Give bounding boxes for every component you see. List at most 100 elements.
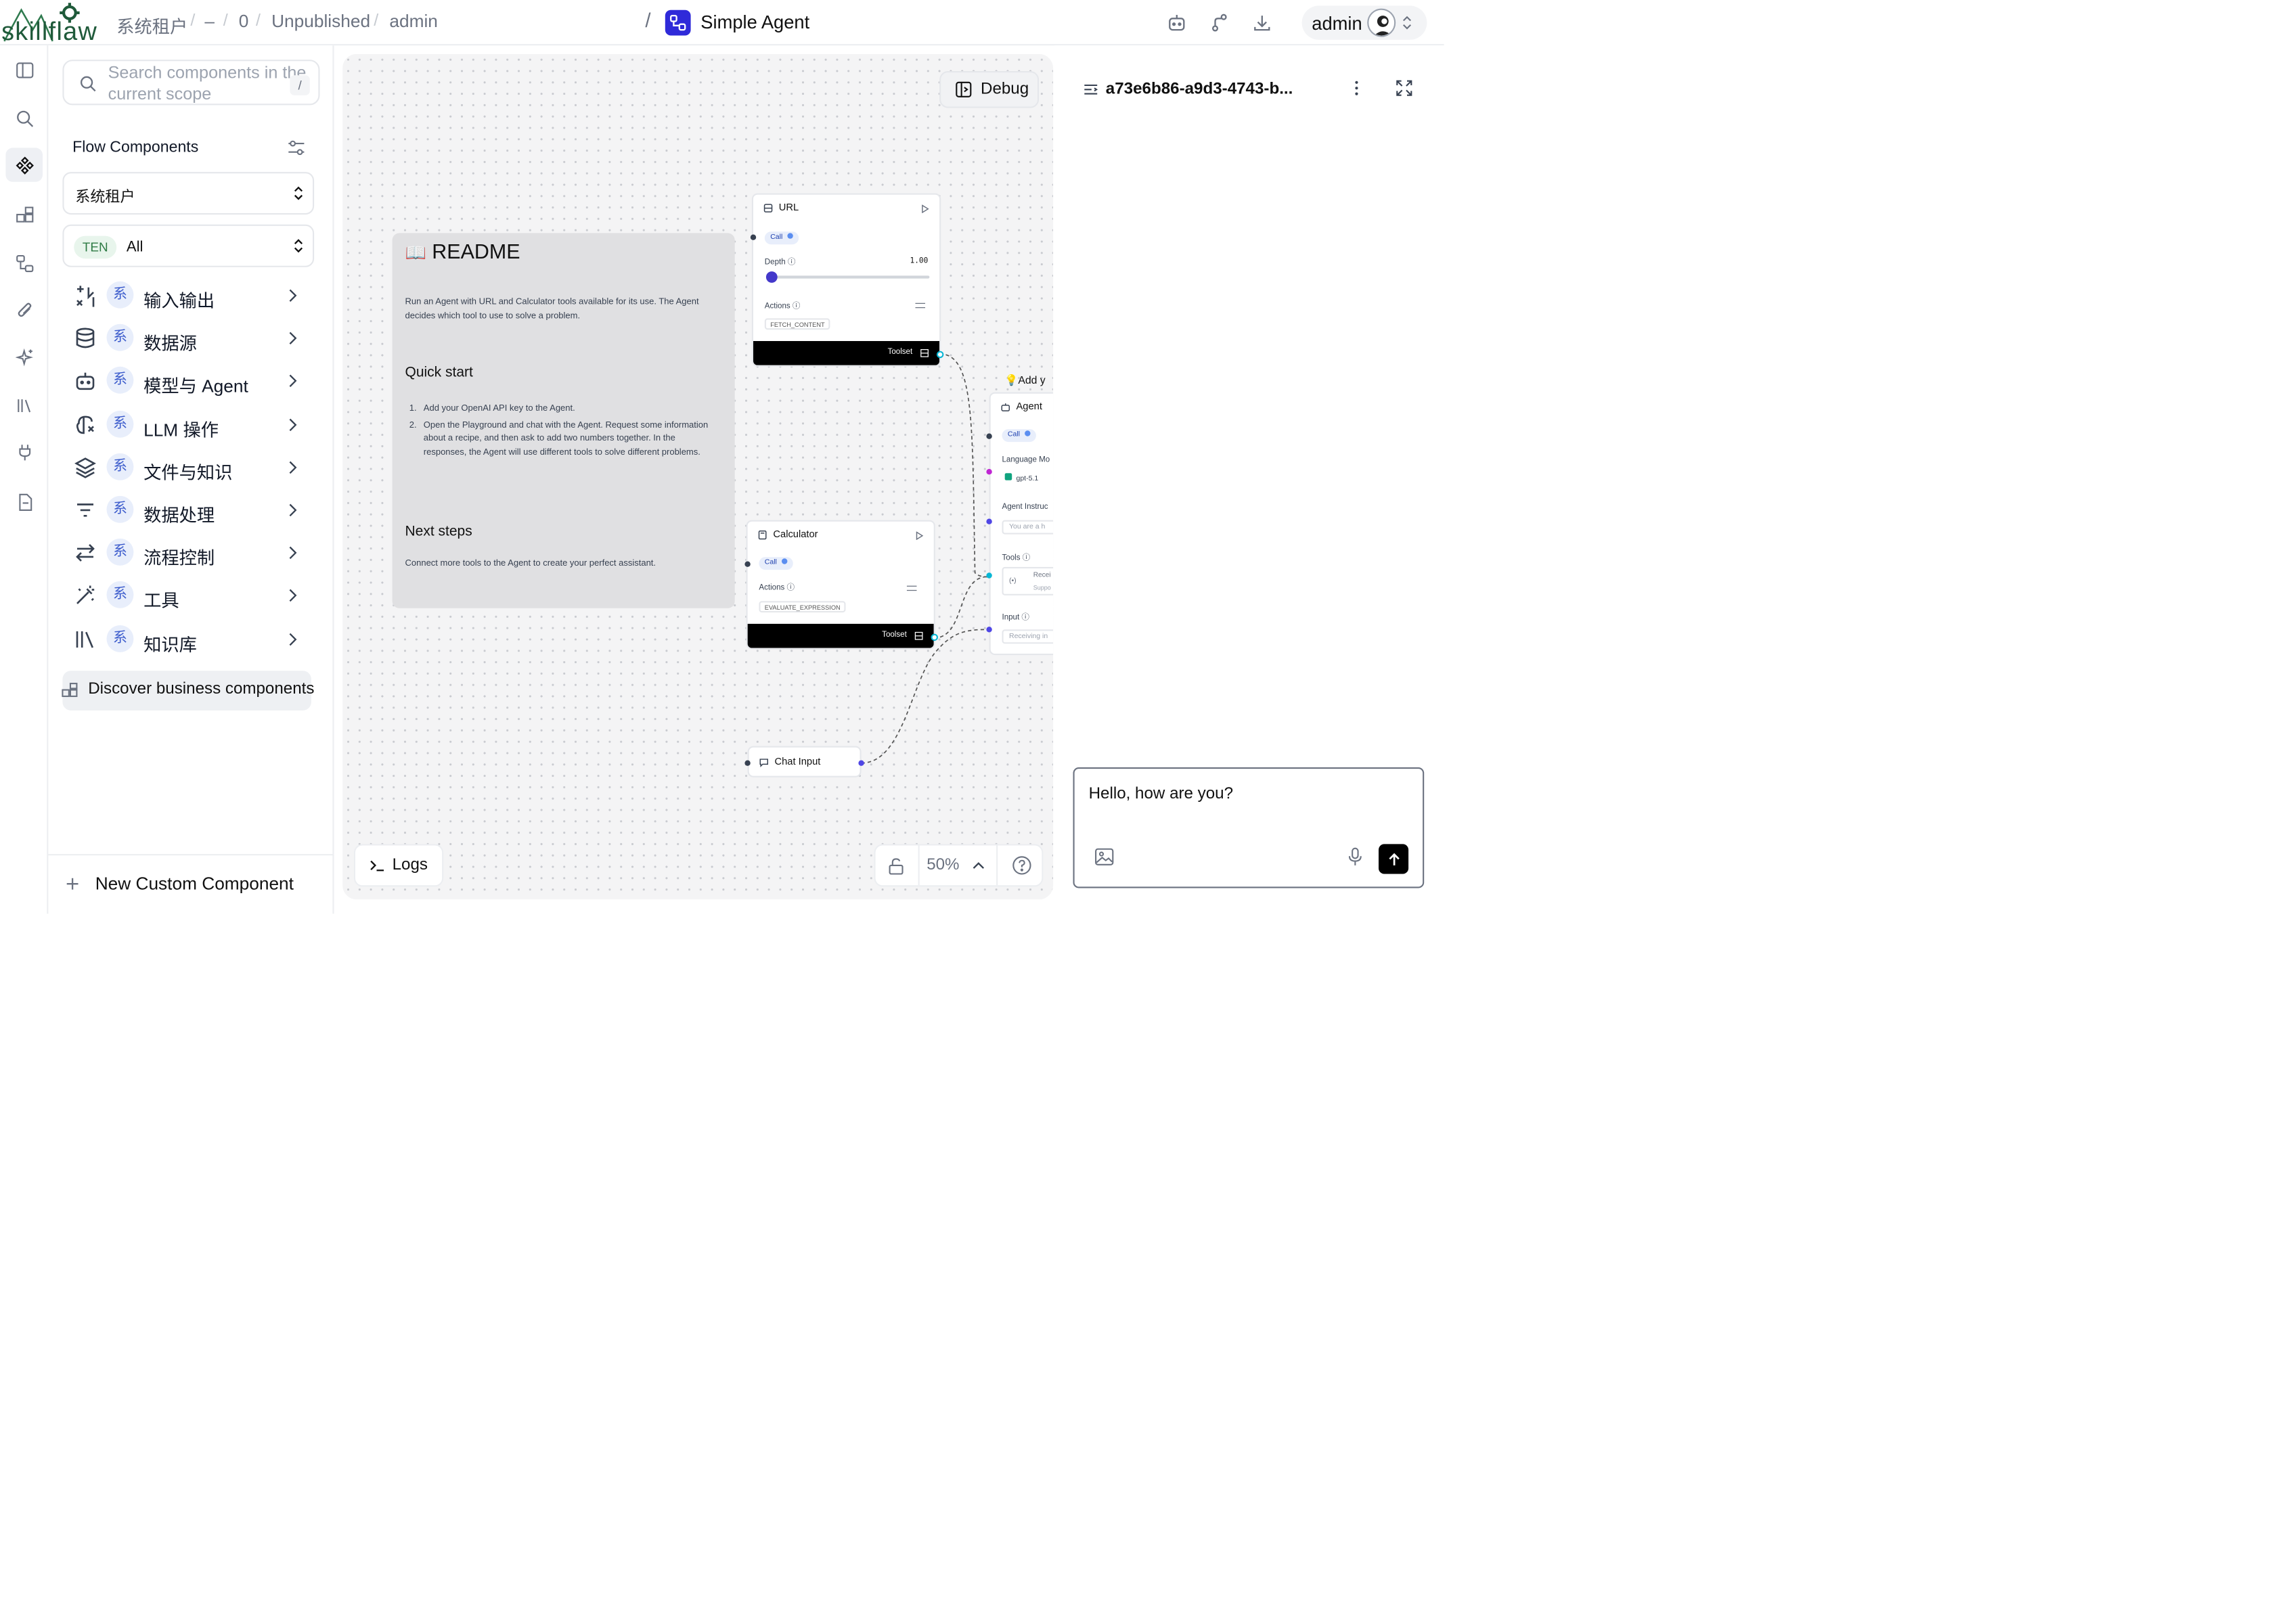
more-vertical-icon[interactable] xyxy=(1350,80,1363,97)
chat-icon xyxy=(759,759,768,767)
chat-input-node[interactable]: Chat Input xyxy=(747,746,862,777)
category-item[interactable]: 系数据源 xyxy=(62,320,311,357)
tenant-select[interactable]: 系统租户 xyxy=(62,172,315,215)
output-port[interactable] xyxy=(936,351,944,359)
category-item[interactable]: 系工具 xyxy=(62,577,311,614)
sparkles-icon[interactable] xyxy=(12,344,37,369)
agent-note: 💡Add y xyxy=(1004,374,1046,387)
logs-button[interactable]: Logs xyxy=(353,844,444,887)
agent-input-field[interactable]: Receiving in xyxy=(1002,629,1054,644)
discover-business-components-button[interactable]: Discover business components xyxy=(62,671,315,710)
input-port[interactable] xyxy=(744,561,751,567)
input-port[interactable] xyxy=(986,468,992,475)
search-placeholder: Search components in the current scope xyxy=(108,62,307,104)
toolset-output[interactable]: Toolset xyxy=(747,623,934,648)
call-mode-pill[interactable]: Call xyxy=(1002,429,1036,443)
call-mode-pill[interactable]: Call xyxy=(764,231,799,245)
category-item[interactable]: 系 LLM 操作 xyxy=(62,406,311,443)
svg-text:skillflaw: skillflaw xyxy=(1,18,97,44)
user-menu[interactable]: admin xyxy=(1301,5,1427,40)
sidebar-toggle-icon[interactable] xyxy=(12,57,37,83)
url-node[interactable]: URL Call Depth ⓘ 1.00 Actions ⓘ FETCH_CO… xyxy=(751,193,941,367)
breadcrumb-dash: – xyxy=(204,11,215,32)
input-port[interactable] xyxy=(986,518,992,524)
agent-node-header: Agent xyxy=(1000,402,1042,412)
agent-node[interactable]: Agent Call Language Mo gpt-5.1 Agent Ins… xyxy=(989,392,1054,656)
paperclip-icon[interactable] xyxy=(12,297,37,323)
tools-field[interactable]: (•) Recei Suppo xyxy=(1002,566,1054,595)
model-value[interactable]: gpt-5.1 xyxy=(1004,473,1038,483)
divider xyxy=(918,845,920,886)
category-item[interactable]: 系输入输出 xyxy=(62,277,311,314)
breadcrumb-owner[interactable]: admin xyxy=(389,12,437,31)
unlock-icon[interactable] xyxy=(887,857,905,875)
depth-label: Depth ⓘ xyxy=(764,258,796,267)
sliders-icon[interactable] xyxy=(287,139,305,156)
sliders-icon[interactable] xyxy=(906,584,917,593)
session-list-icon[interactable] xyxy=(1083,83,1098,97)
new-custom-label: New Custom Component xyxy=(95,874,294,894)
chevron-right-icon xyxy=(289,461,297,474)
workflow-icon[interactable] xyxy=(12,250,37,276)
category-item[interactable]: 系流程控制 xyxy=(62,535,311,572)
play-icon[interactable] xyxy=(921,204,930,213)
send-button[interactable] xyxy=(1378,844,1409,874)
download-icon[interactable] xyxy=(1251,12,1274,35)
readme-step: 1. Add your OpenAI API key to the Agent. xyxy=(409,403,575,414)
tools-label: Tools ⓘ xyxy=(1002,554,1031,563)
help-icon[interactable] xyxy=(1012,855,1031,875)
skillflaw-logo[interactable]: skillflaw xyxy=(1,1,98,44)
git-branch-icon[interactable] xyxy=(1208,12,1231,35)
chevron-updown-icon xyxy=(294,186,303,200)
input-port[interactable] xyxy=(986,433,992,439)
chevron-up-icon[interactable] xyxy=(972,861,985,870)
plug-icon[interactable] xyxy=(12,439,37,465)
scope-filter-select[interactable]: TEN All xyxy=(62,224,315,267)
debug-button[interactable]: Debug xyxy=(939,70,1040,108)
canvas-controls: 50% xyxy=(874,844,1044,887)
image-icon[interactable] xyxy=(1094,847,1114,867)
flow-canvas[interactable]: Debug 📖 README Run an Agent with URL and … xyxy=(342,53,1054,900)
discover-label: Discover business components xyxy=(88,680,315,698)
category-item[interactable]: 系文件与知识 xyxy=(62,449,311,486)
depth-slider-thumb[interactable] xyxy=(765,271,778,283)
search-input[interactable]: Search components in the current scope / xyxy=(62,60,320,106)
call-mode-pill[interactable]: Call xyxy=(759,557,793,570)
microphone-icon[interactable] xyxy=(1347,847,1363,867)
category-item[interactable]: 系知识库 xyxy=(62,621,311,658)
library-icon[interactable] xyxy=(12,392,37,418)
breadcrumb-separator: / xyxy=(223,9,228,30)
zoom-level[interactable]: 50% xyxy=(927,857,959,874)
category-item[interactable]: 系模型与 Agent xyxy=(62,363,311,400)
input-port[interactable] xyxy=(986,572,992,579)
input-port[interactable] xyxy=(744,760,751,766)
components-icon[interactable] xyxy=(5,148,43,182)
toolset-output[interactable]: Toolset xyxy=(753,340,940,365)
new-custom-component-button[interactable]: New Custom Component xyxy=(48,854,334,914)
breadcrumb-separator: / xyxy=(374,9,379,30)
sliders-icon[interactable] xyxy=(915,301,926,310)
bot-icon[interactable] xyxy=(1165,12,1188,35)
input-port[interactable] xyxy=(750,234,757,240)
play-icon[interactable] xyxy=(915,531,924,540)
output-port[interactable] xyxy=(858,760,864,766)
blocks-icon[interactable] xyxy=(12,202,37,227)
agent-instructions-input[interactable]: You are a h xyxy=(1002,520,1054,535)
expand-icon[interactable] xyxy=(1396,80,1412,97)
readme-note[interactable]: 📖 README Run an Agent with URL and Calcul… xyxy=(392,233,735,608)
chat-composer[interactable]: Hello, how are you? xyxy=(1073,767,1425,888)
components-sidebar: Search components in the current scope /… xyxy=(48,45,334,914)
calculator-node[interactable]: Calculator Call Actions ⓘ EVALUATE_EXPRE… xyxy=(746,520,935,650)
category-item[interactable]: 系数据处理 xyxy=(62,492,311,529)
message-input[interactable]: Hello, how are you? xyxy=(1089,786,1233,803)
depth-slider-track[interactable] xyxy=(772,275,930,279)
openai-icon xyxy=(1004,473,1012,480)
tenant-select-value: 系统租户 xyxy=(75,189,135,206)
flow-title[interactable]: Simple Agent xyxy=(700,12,809,33)
search-icon[interactable] xyxy=(12,105,37,131)
file-icon[interactable] xyxy=(12,489,37,514)
breadcrumb-tenant[interactable]: 系统租户 xyxy=(116,12,187,39)
input-port[interactable] xyxy=(986,627,992,633)
top-bar: skillflaw 系统租户 / – / 0 / Unpublished / a… xyxy=(0,0,1444,46)
output-port[interactable] xyxy=(931,633,938,641)
